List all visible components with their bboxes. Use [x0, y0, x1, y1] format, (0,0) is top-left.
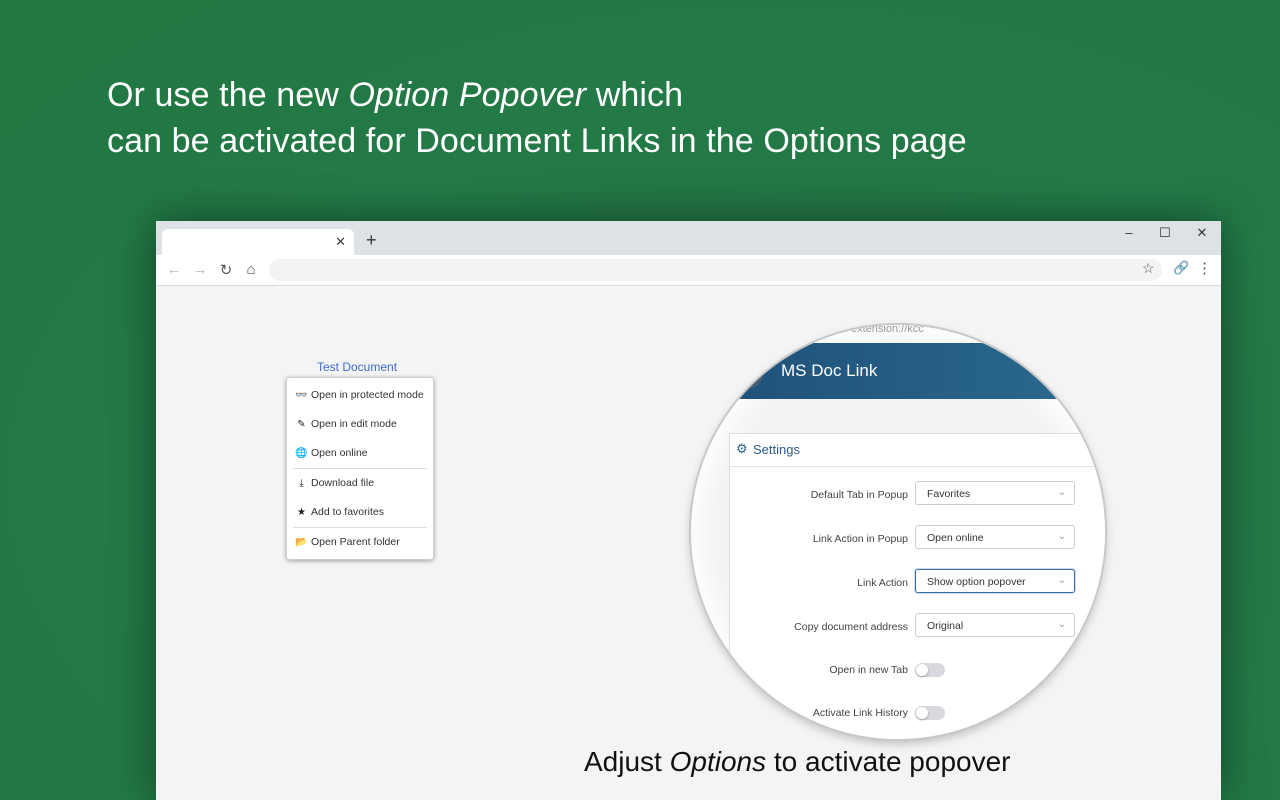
address-bar[interactable]	[269, 259, 1162, 281]
select-value: Favorites	[927, 488, 971, 500]
default-tab-label: Default Tab in Popup	[810, 489, 908, 501]
headline-text: which	[586, 76, 684, 114]
download-icon: ⤓	[299, 477, 304, 489]
popover-item-label: Open in edit mode	[311, 418, 397, 430]
browser-toolbar: ← → ↻ ⌂ ☆ 🔗 ⋮	[156, 255, 1221, 286]
link-action-label: Link Action	[857, 577, 908, 589]
browser-tab[interactable]: ✕	[162, 229, 354, 255]
close-tab-icon[interactable]: ✕	[335, 234, 346, 250]
link-action-popup-select[interactable]: Open online ⌄	[915, 525, 1075, 549]
chevron-down-icon: ⌄	[1057, 531, 1066, 542]
star-icon: ★	[297, 506, 306, 518]
popover-item-label: Download file	[311, 477, 375, 489]
browser-window: ✕ + – ☐ ✕ ← → ↻ ⌂ ☆ 🔗 ⋮ Test Document 👓 O…	[156, 221, 1221, 800]
bookmark-star-icon[interactable]: ☆	[1142, 260, 1155, 277]
tab-strip: ✕ + – ☐ ✕	[156, 221, 1221, 255]
forward-arrow-icon[interactable]: →	[190, 261, 210, 278]
link-history-toggle[interactable]	[915, 706, 945, 720]
headline-line-2: can be activated for Document Links in t…	[107, 122, 967, 160]
link-action-popup-label: Link Action in Popup	[812, 533, 908, 545]
headline-text: Or use the new	[107, 76, 349, 114]
popover-item-open-online[interactable]: 🌐 Open online	[295, 444, 368, 462]
maximize-icon[interactable]: ☐	[1150, 225, 1180, 241]
select-value: Original	[927, 620, 964, 632]
back-arrow-icon[interactable]: ←	[164, 261, 184, 278]
globe-icon: 🌐	[295, 447, 308, 459]
glasses-icon: 👓	[295, 389, 308, 401]
open-new-tab-toggle[interactable]	[915, 663, 945, 677]
popover-item-open-edit[interactable]: ✎ Open in edit mode	[295, 415, 397, 433]
open-new-tab-label: Open in new Tab	[829, 664, 908, 676]
popover-item-open-parent-folder[interactable]: 📂 Open Parent folder	[295, 533, 400, 551]
reload-icon[interactable]: ↻	[216, 261, 236, 279]
settings-magnifier: extension://kcc MS Doc Link ⚙ Settings D…	[691, 325, 1105, 739]
headline-line-1: Or use the new Option Popover which	[107, 72, 967, 118]
caption: Adjust Options to activate popover	[584, 746, 1010, 778]
popover-item-label: Add to favorites	[311, 506, 384, 518]
chevron-down-icon: ⌄	[1057, 575, 1066, 586]
new-tab-button[interactable]: +	[366, 230, 377, 251]
folder-open-icon: 📂	[295, 536, 308, 548]
settings-title: Settings	[753, 442, 800, 457]
chevron-down-icon: ⌄	[1057, 619, 1066, 630]
chevron-down-icon: ⌄	[1057, 487, 1066, 498]
home-icon[interactable]: ⌂	[241, 261, 261, 278]
browser-menu-icon[interactable]: ⋮	[1197, 259, 1212, 277]
extension-link-icon[interactable]: 🔗	[1173, 260, 1189, 276]
option-popover: 👓 Open in protected mode ✎ Open in edit mo…	[286, 377, 434, 560]
link-history-label: Activate Link History	[812, 707, 908, 719]
magnified-url: extension://kcc	[851, 325, 924, 335]
popover-divider	[293, 468, 427, 469]
minimize-icon[interactable]: –	[1114, 225, 1144, 240]
caption-text: Adjust	[584, 746, 670, 777]
copy-address-select[interactable]: Original ⌄	[915, 613, 1075, 637]
popover-item-open-protected[interactable]: 👓 Open in protected mode	[295, 386, 424, 404]
select-value: Open online	[927, 532, 984, 544]
settings-card: ⚙ Settings Default Tab in Popup Favorite…	[729, 433, 1105, 739]
close-window-icon[interactable]: ✕	[1187, 225, 1217, 241]
test-document-link[interactable]: Test Document	[317, 360, 397, 374]
default-tab-select[interactable]: Favorites ⌄	[915, 481, 1075, 505]
popover-item-label: Open online	[311, 447, 368, 459]
caption-emphasis: Options	[669, 746, 767, 777]
link-action-select[interactable]: Show option popover ⌄	[915, 569, 1075, 593]
copy-address-label: Copy document address	[794, 621, 908, 633]
popover-item-label: Open Parent folder	[311, 536, 400, 548]
gear-icon: ⚙	[736, 441, 748, 456]
headline-emphasis: Option Popover	[348, 76, 587, 114]
app-title: MS Doc Link	[781, 361, 878, 380]
popover-divider	[293, 527, 427, 528]
settings-header: ⚙ Settings	[730, 434, 1105, 467]
select-value: Show option popover	[927, 576, 1026, 588]
popover-item-download[interactable]: ⤓ Download file	[295, 474, 374, 492]
popover-item-label: Open in protected mode	[311, 389, 424, 401]
app-logo	[731, 357, 763, 389]
caption-text: to activate popover	[766, 746, 1011, 777]
edit-icon: ✎	[297, 418, 306, 430]
popover-item-add-favorites[interactable]: ★ Add to favorites	[295, 503, 384, 521]
headline: Or use the new Option Popover which can …	[107, 72, 967, 164]
